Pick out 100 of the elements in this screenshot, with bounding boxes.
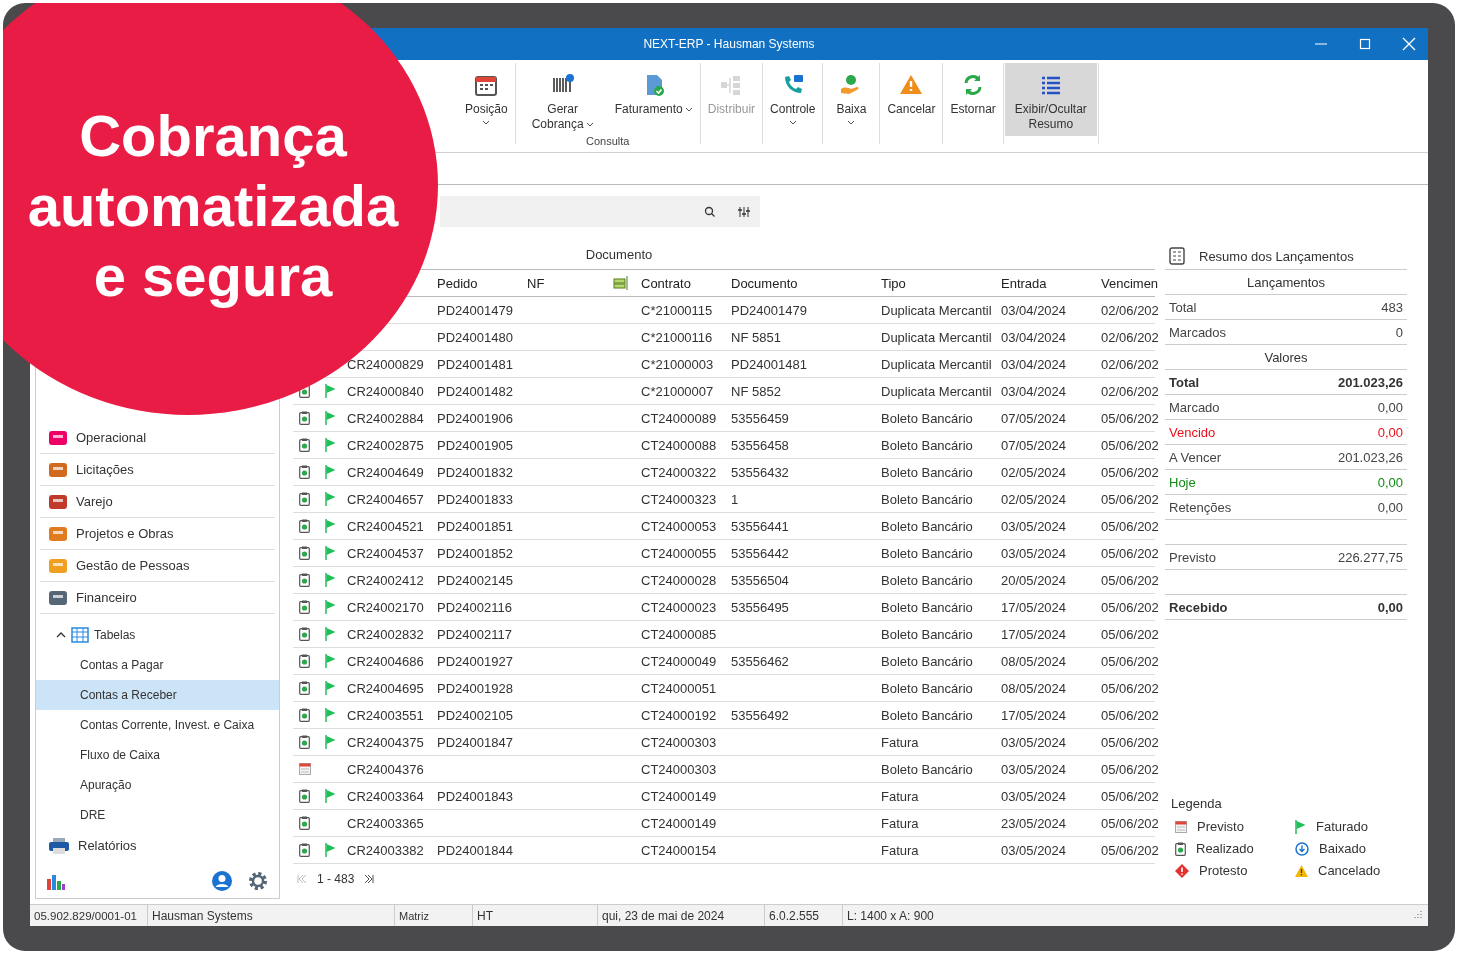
column-header[interactable]: Entrada <box>1001 275 1101 291</box>
tree-item[interactable]: Tabelas <box>36 620 279 650</box>
table-cell-text: Boleto Bancário <box>881 680 974 696</box>
column-header[interactable]: Contrato <box>641 275 731 291</box>
table-cell-text: CR24000840 <box>347 383 425 399</box>
column-header[interactable]: NF <box>527 275 611 291</box>
module-item[interactable]: Gestão de Pessoas <box>40 550 275 582</box>
tree-item[interactable]: Apuração <box>36 770 279 800</box>
table-cell-text: CT24000089 <box>641 410 718 426</box>
table-cell-text: C*21000007 <box>641 383 715 399</box>
ribbon-button[interactable]: Posição <box>459 63 514 136</box>
tree-item[interactable]: DRE <box>36 800 279 830</box>
summary-value: 201.023,26 <box>1337 449 1403 465</box>
tree-item[interactable]: Contas a Pagar <box>36 650 279 680</box>
table-cell-text: CT24000154 <box>641 842 718 858</box>
ribbon-button[interactable]: Baixa <box>824 63 879 136</box>
table-cell-text: 03/05/2024 <box>1001 761 1068 777</box>
table-cell-text: 08/05/2024 <box>1001 680 1068 696</box>
table-cell-text: PD24001479 <box>731 302 808 318</box>
table-cell-text: 07/05/2024 <box>1001 410 1068 426</box>
tree-item[interactable]: Contas a Receber <box>36 680 279 710</box>
table-cell-text: PD24001480 <box>437 329 514 345</box>
table-cell-text: CT24000323 <box>641 491 718 507</box>
tree-item[interactable]: Contas Corrente, Invest. e Caixa <box>36 710 279 740</box>
column-header[interactable]: Tipo <box>881 275 1001 291</box>
column-header[interactable]: Pedido <box>437 275 527 291</box>
summary-value: 201.023,26 <box>1337 374 1403 390</box>
table-cell-text: Boleto Bancário <box>881 464 974 480</box>
column-header[interactable]: Vencimen <box>1101 275 1159 291</box>
summary-value: 0 <box>1395 324 1403 340</box>
module-item[interactable]: Licitações <box>40 454 275 486</box>
table-cell-text: PD24002105 <box>437 707 514 723</box>
table-cell: 05/06/202 <box>1101 842 1159 858</box>
table-cell-text: Fatura <box>881 734 920 750</box>
ribbon-button[interactable]: Controle <box>764 63 822 136</box>
table-cell-text: CR24004695 <box>347 680 425 696</box>
tree-item[interactable]: Fluxo de Caixa <box>36 740 279 770</box>
table-cell: 02/06/202 <box>1101 383 1159 399</box>
printer-icon <box>48 836 70 855</box>
last-page-icon[interactable] <box>364 875 375 883</box>
sliders-icon[interactable] <box>738 205 750 218</box>
table-cell-text: 03/04/2024 <box>1001 302 1068 318</box>
ribbon-button[interactable]: Exibir/Ocultar Resumo <box>1004 63 1097 136</box>
maximize-icon[interactable] <box>1358 37 1372 51</box>
module-item[interactable]: Varejo <box>40 486 275 518</box>
table-cell-text: 03/04/2024 <box>1001 329 1068 345</box>
module-item[interactable]: Projetos e Obras <box>40 518 275 550</box>
layout-icon[interactable] <box>613 276 629 290</box>
table-cell-text: Boleto Bancário <box>881 437 974 453</box>
module-item[interactable]: Operacional <box>40 422 275 454</box>
summary-label: A Vencer <box>1169 449 1222 465</box>
ribbon-button[interactable]: Faturamento <box>608 63 699 134</box>
table-cell: 05/06/202 <box>1101 653 1159 669</box>
column-header[interactable]: Documento <box>731 275 881 291</box>
table-cell-text: Duplicata Mercantil <box>881 302 993 318</box>
table-cell-text: 03/04/2024 <box>1001 356 1068 372</box>
table-cell-text: Duplicata Mercantil <box>881 383 993 399</box>
search-field[interactable] <box>440 196 760 227</box>
close-icon[interactable] <box>1402 37 1416 51</box>
table-cell-text: CT24000051 <box>641 680 718 696</box>
table-cell-text: Fatura <box>881 815 920 831</box>
table-cell-text: CR24004686 <box>347 653 425 669</box>
table-cell-text: CT24000149 <box>641 788 718 804</box>
search-icon[interactable] <box>704 205 716 218</box>
resize-grip-icon[interactable] <box>1412 910 1422 920</box>
table-cell-text: Boleto Bancário <box>881 653 974 669</box>
table-cell-text: 08/05/2024 <box>1001 653 1068 669</box>
table-cell-text: Boleto Bancário <box>881 491 974 507</box>
group-label: Consulta <box>586 135 630 147</box>
ribbon-button[interactable]: Estornar <box>944 63 1002 136</box>
table-cell: 05/06/202 <box>1101 734 1159 750</box>
document-icon <box>1169 247 1185 265</box>
table-cell-text: 53556492 <box>731 707 790 723</box>
table-cell-text: C*21000003 <box>641 356 715 372</box>
summary-value: 0,00 <box>1377 424 1403 440</box>
table-cell-text: 23/05/2024 <box>1001 815 1068 831</box>
module-item[interactable]: Relatórios <box>40 830 279 861</box>
table-cell-text: CR24004657 <box>347 491 425 507</box>
table-cell-text: Boleto Bancário <box>881 518 974 534</box>
settings-icon[interactable] <box>247 870 269 892</box>
legend-label: Cancelado <box>1318 863 1381 878</box>
module-item[interactable]: Financeiro <box>40 582 275 614</box>
table-cell-text: 53556458 <box>731 437 790 453</box>
summary-label: Marcado <box>1169 399 1220 415</box>
table-cell-text: 03/05/2024 <box>1001 545 1068 561</box>
user-icon[interactable] <box>211 870 233 892</box>
table-cell-text: PD24001481 <box>731 356 808 372</box>
summary-label: Retenções <box>1169 499 1232 515</box>
table-cell-text: PD24002116 <box>437 599 513 615</box>
table-cell-text: Boleto Bancário <box>881 572 974 588</box>
table-cell: 05/06/202 <box>1101 599 1159 615</box>
summary-label: Total <box>1169 374 1200 390</box>
warning-icon <box>899 73 924 97</box>
ribbon-button[interactable]: Cancelar <box>881 63 942 136</box>
table-cell-text: PD24001843 <box>437 788 514 804</box>
section-header: Valores <box>1264 349 1308 365</box>
caret-icon[interactable] <box>56 631 66 639</box>
ribbon-button[interactable]: Gerar Cobrança <box>516 63 609 134</box>
table-cell-text: Boleto Bancário <box>881 761 974 777</box>
flag-icon <box>1295 819 1306 834</box>
